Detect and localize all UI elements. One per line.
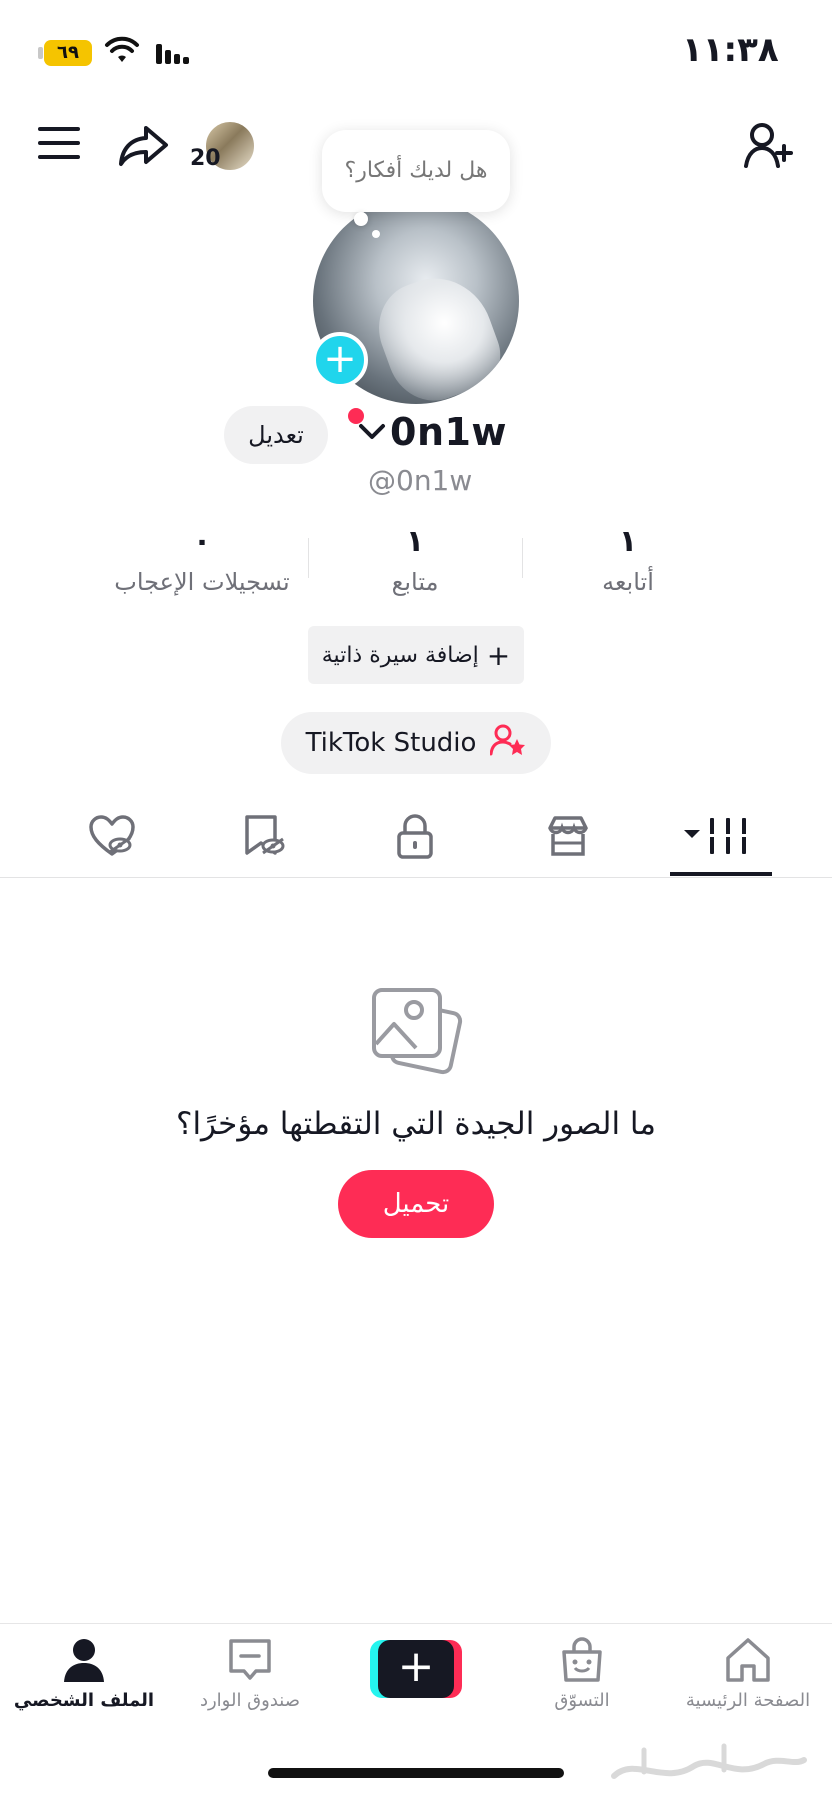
photo-hand	[365, 262, 511, 404]
nav-home-label: الصفحة الرئيسية	[685, 1690, 811, 1711]
creator-star-icon	[489, 724, 526, 763]
create-button[interactable]: +	[370, 1640, 462, 1698]
following-count[interactable]: ١	[528, 524, 728, 559]
bubble-tail-dot-small	[372, 230, 380, 238]
add-bio-label: إضافة سيرة ذاتية	[321, 642, 479, 668]
tab-liked[interactable]	[72, 806, 152, 866]
studio-label: TikTok Studio	[305, 728, 477, 758]
chevron-down-icon[interactable]	[358, 422, 386, 446]
status-time: ١١:٣٨	[682, 30, 779, 70]
home-indicator	[268, 1768, 564, 1778]
friend-count: 20	[190, 146, 221, 171]
lock-icon	[397, 814, 433, 859]
home-icon	[726, 1638, 770, 1682]
grid-videos-icon	[684, 818, 748, 854]
heart-hidden-icon	[89, 815, 135, 856]
followers-count[interactable]: ١	[315, 524, 515, 559]
watermark-logo	[604, 1736, 814, 1792]
active-tab-indicator	[670, 872, 772, 876]
menu-icon[interactable]	[38, 126, 82, 160]
tab-saved[interactable]	[224, 806, 304, 866]
upload-button[interactable]: تحميل	[338, 1170, 494, 1238]
nav-home[interactable]: الصفحة الرئيسية	[668, 1636, 828, 1726]
likes-count[interactable]: ٠	[102, 524, 302, 559]
likes-label[interactable]: تسجيلات الإعجاب	[92, 568, 312, 596]
nav-divider	[0, 1623, 832, 1624]
wifi-icon	[104, 36, 140, 68]
edit-profile-button[interactable]: تعديل	[224, 406, 328, 464]
create-plus-icon: +	[378, 1640, 454, 1698]
following-label[interactable]: أتابعه	[518, 568, 738, 596]
profile-icon	[64, 1639, 104, 1682]
ideas-bubble[interactable]: هل لديك أفكار؟	[322, 130, 510, 212]
tiktok-studio-button[interactable]: TikTok Studio	[281, 712, 551, 774]
nav-inbox-label: صندوق الوارد	[199, 1690, 301, 1711]
nav-profile-label: الملف الشخصي	[13, 1690, 155, 1711]
nav-shop-label: التسوّق	[554, 1690, 610, 1711]
battery-indicator: ٦٩	[44, 40, 92, 66]
tab-shop[interactable]	[528, 806, 608, 866]
tab-divider	[0, 877, 832, 878]
add-photo-button[interactable]: +	[312, 332, 368, 388]
bookmark-hidden-icon	[245, 815, 285, 855]
share-icon[interactable]	[118, 124, 170, 168]
nav-shop[interactable]: التسوّق	[502, 1636, 662, 1726]
empty-state-title: ما الصور الجيدة التي التقطتها مؤخرًا؟	[175, 1106, 656, 1142]
nav-inbox[interactable]: صندوق الوارد	[170, 1636, 330, 1726]
store-icon	[548, 816, 588, 856]
username[interactable]: 0n1w	[390, 410, 507, 454]
bubble-tail-dot	[354, 212, 368, 226]
add-bio-button[interactable]: + إضافة سيرة ذاتية	[308, 626, 524, 684]
inbox-icon	[229, 1639, 271, 1680]
tab-private[interactable]	[375, 806, 455, 866]
followers-label[interactable]: متابع	[305, 568, 525, 596]
signal-icon	[156, 42, 192, 68]
photos-icon	[370, 986, 466, 1082]
plus-icon: +	[486, 638, 511, 672]
tab-videos[interactable]	[680, 806, 760, 866]
battery-tip	[38, 47, 43, 59]
nav-profile[interactable]: الملف الشخصي	[4, 1636, 164, 1726]
shopping-bag-icon	[562, 1637, 602, 1682]
user-handle: @0n1w	[368, 464, 473, 497]
add-friend-icon[interactable]	[744, 122, 796, 170]
